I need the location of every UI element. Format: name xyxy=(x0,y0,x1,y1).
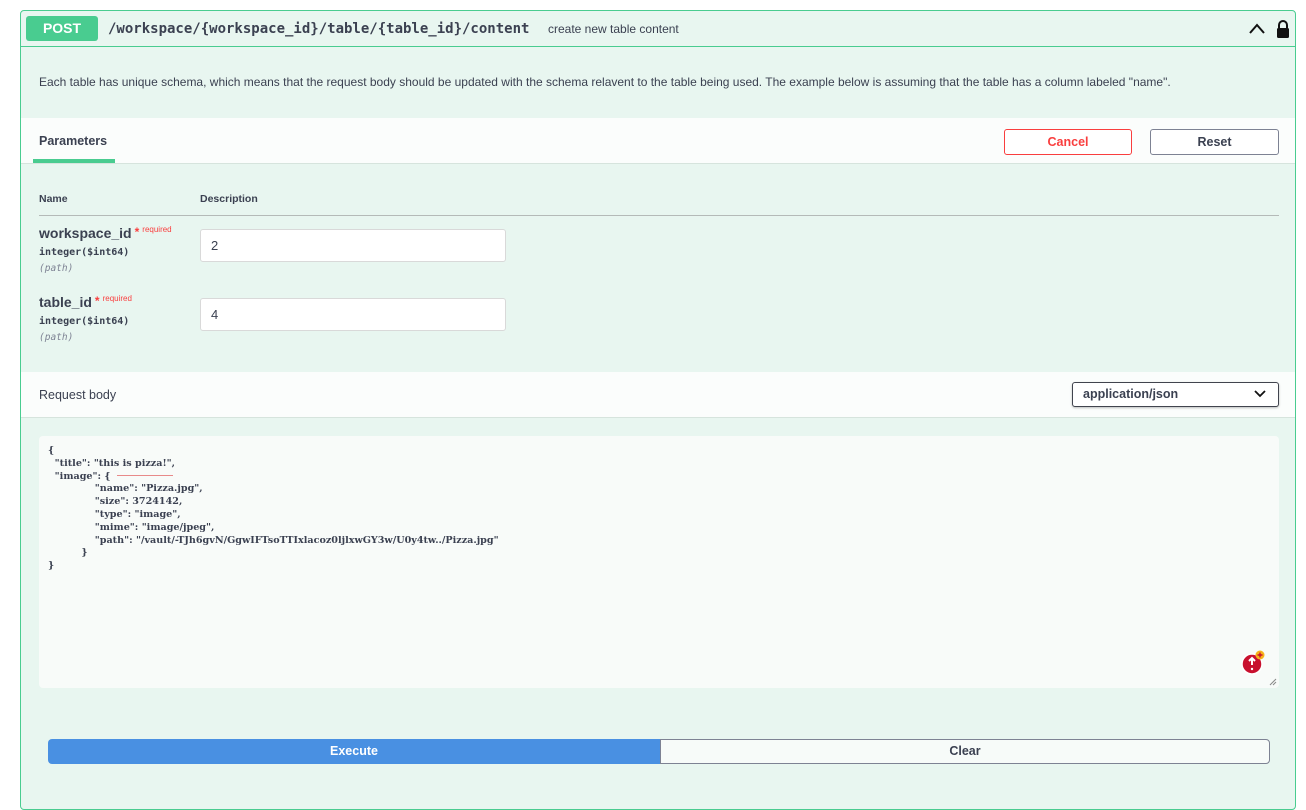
workspace-id-input[interactable] xyxy=(200,229,506,262)
param-location: (path) xyxy=(39,332,74,343)
param-location: (path) xyxy=(39,263,74,274)
resize-handle-icon[interactable] xyxy=(1269,678,1277,686)
endpoint-path: /workspace/{workspace_id}/table/{table_i… xyxy=(108,21,530,37)
cancel-button[interactable]: Cancel xyxy=(1004,129,1132,155)
operation-block: POST /workspace/{workspace_id}/table/{ta… xyxy=(20,10,1296,810)
required-label: required xyxy=(142,225,172,234)
request-body-label: Request body xyxy=(39,388,117,402)
param-workspace-id: workspace_id * required integer($int64) (p… xyxy=(39,225,209,274)
chevron-down-icon xyxy=(1254,390,1266,398)
required-star: * xyxy=(134,225,140,239)
reset-button[interactable]: Reset xyxy=(1150,129,1279,155)
param-name-row: workspace_id * required xyxy=(39,225,209,241)
column-header-description: Description xyxy=(200,193,258,205)
tab-parameters[interactable]: Parameters xyxy=(39,134,107,148)
param-name-row: table_id * required xyxy=(39,294,209,310)
table-divider xyxy=(39,215,1279,216)
param-type: integer($int64) xyxy=(39,247,130,258)
table-id-input[interactable] xyxy=(200,298,506,331)
content-type-value: application/json xyxy=(1083,387,1179,401)
spellcheck-underline xyxy=(117,474,173,476)
operation-summary[interactable]: POST /workspace/{workspace_id}/table/{ta… xyxy=(21,11,1295,47)
content-type-select[interactable]: application/json xyxy=(1072,382,1279,407)
clear-button[interactable]: Clear xyxy=(660,739,1270,764)
param-table-id: table_id * required integer($int64) (path) xyxy=(39,294,209,343)
request-body-text[interactable]: { "title": "this is pizza!", "image": { … xyxy=(39,436,1279,582)
param-name: workspace_id xyxy=(39,225,132,241)
param-name: table_id xyxy=(39,294,92,310)
lock-icon[interactable] xyxy=(1275,19,1291,39)
request-body-header: Request body application/json xyxy=(21,372,1295,418)
operation-description: Each table has unique schema, which mean… xyxy=(39,75,1171,89)
grammar-check-icon[interactable] xyxy=(1240,650,1266,676)
request-body-editor[interactable]: { "title": "this is pizza!", "image": { … xyxy=(39,436,1279,688)
tab-active-indicator xyxy=(33,159,115,163)
required-label: required xyxy=(102,294,132,303)
http-method-badge: POST xyxy=(26,16,98,41)
required-star: * xyxy=(94,294,100,308)
chevron-up-icon[interactable] xyxy=(1247,20,1267,38)
parameters-header: Parameters Cancel Reset xyxy=(21,118,1295,164)
execute-button[interactable]: Execute xyxy=(48,739,660,764)
column-header-name: Name xyxy=(39,193,68,205)
param-type: integer($int64) xyxy=(39,316,130,327)
endpoint-summary: create new table content xyxy=(548,22,679,36)
